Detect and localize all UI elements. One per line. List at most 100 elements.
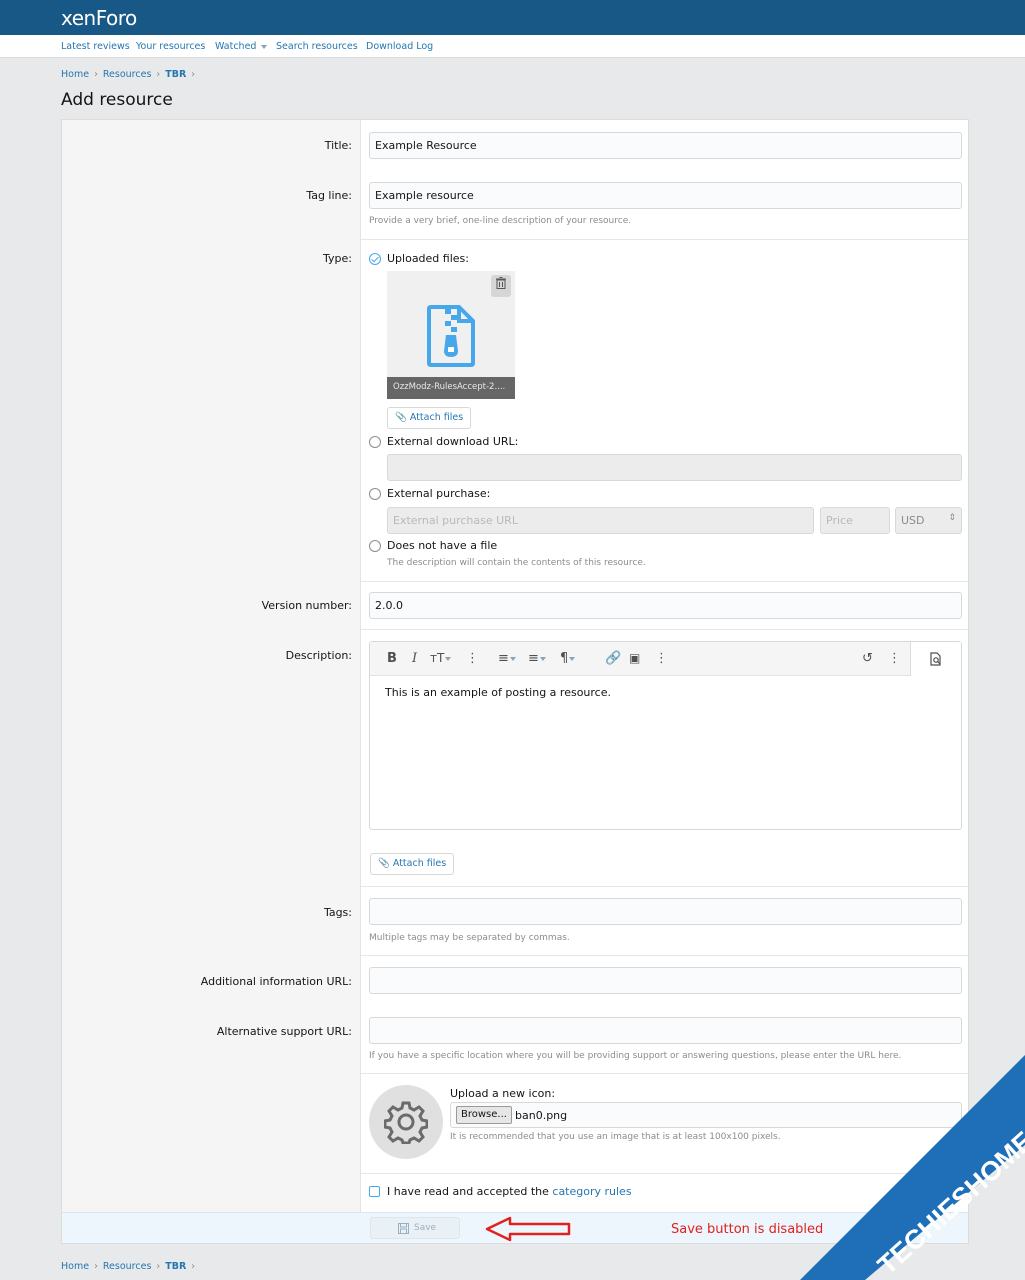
additional-url-input[interactable] (369, 967, 962, 994)
divider (361, 581, 968, 582)
selected-file-name: ban0.png (515, 1109, 568, 1122)
more-text-options-icon[interactable]: ⋮ (466, 651, 479, 666)
link-icon[interactable]: 🔗 (605, 651, 621, 666)
watermark: TECHIESHOME.COM (770, 1040, 1025, 1280)
chevron-down-icon (509, 656, 516, 661)
chevron-right-icon: › (156, 69, 161, 80)
additional-url-label: Additional information URL: (200, 975, 352, 988)
breadcrumb-resources[interactable]: Resources (103, 69, 152, 80)
icon-hint: It is recommended that you use an image … (450, 1132, 781, 1142)
breadcrumb-resources[interactable]: Resources (103, 1261, 152, 1272)
sub-navigation: Latest reviews Your resources Watched Se… (0, 35, 1025, 58)
external-download-url-input[interactable] (387, 454, 962, 481)
external-purchase-url-input[interactable]: External purchase URL (387, 507, 814, 534)
rich-text-editor[interactable]: B I тT ⋮ ≡ ≡ ¶ 🔗 ▣ ⋮ ↺ ⋮ This is an exam… (369, 641, 962, 830)
tagline-input[interactable]: Example resource (369, 182, 962, 209)
version-label: Version number: (261, 599, 352, 612)
subnav-latest-reviews[interactable]: Latest reviews (61, 41, 130, 52)
subnav-your-resources[interactable]: Your resources (136, 41, 205, 52)
chevron-right-icon: › (94, 1261, 98, 1272)
save-icon (398, 1223, 409, 1234)
paragraph-icon[interactable]: ¶ (560, 651, 576, 666)
subnav-watched[interactable]: Watched (215, 41, 268, 52)
category-rules-link[interactable]: category rules (552, 1185, 631, 1198)
radio-external-download[interactable] (369, 436, 381, 448)
divider (361, 886, 968, 887)
breadcrumb-home[interactable]: Home (61, 69, 89, 80)
app-header: xenForo (0, 0, 1025, 35)
tags-hint: Multiple tags may be separated by commas… (369, 933, 570, 943)
select-arrows-icon: ⇕ (948, 513, 956, 523)
description-attach-files-button[interactable]: 📎 Attach files (370, 853, 455, 875)
image-icon[interactable]: ▣ (629, 651, 640, 665)
zip-file-icon (427, 305, 475, 367)
chevron-right-icon: › (156, 1261, 161, 1272)
subnav-watched-label: Watched (215, 41, 257, 52)
uploaded-files-label: Uploaded files: (387, 252, 469, 265)
no-file-label: Does not have a file (387, 539, 498, 552)
xenforo-logo[interactable]: xenForo (61, 6, 137, 30)
save-button[interactable]: Save (370, 1217, 460, 1239)
accept-rules-label: I have read and accepted the category ru… (387, 1185, 632, 1198)
paperclip-icon: 📎 (395, 412, 407, 423)
align-icon[interactable]: ≡ (528, 651, 546, 666)
type-label: Type: (323, 252, 352, 265)
description-text[interactable]: This is an example of posting a resource… (385, 686, 611, 699)
no-file-hint: The description will contain the content… (387, 558, 646, 568)
attach-files-label: Attach files (392, 858, 447, 869)
uploaded-file-thumbnail[interactable]: OzzModz-RulesAccept-2.... (387, 271, 515, 399)
radio-external-purchase[interactable] (369, 488, 381, 500)
attach-files-button[interactable]: 📎 Attach files (387, 407, 472, 429)
undo-icon[interactable]: ↺ (862, 651, 873, 666)
list-icon[interactable]: ≡ (498, 651, 516, 666)
currency-value: USD (901, 514, 925, 527)
annotation-arrow-icon (485, 1216, 571, 1242)
paperclip-icon: 📎 (378, 858, 390, 869)
chevron-down-icon (569, 656, 576, 661)
gear-icon (384, 1101, 428, 1144)
save-label: Save (414, 1223, 437, 1233)
resource-icon-preview (369, 1085, 443, 1159)
chevron-right-icon: › (94, 69, 98, 80)
tagline-hint: Provide a very brief, one-line descripti… (369, 216, 632, 226)
chevron-right-icon: › (191, 1261, 196, 1272)
tags-input[interactable] (369, 898, 962, 925)
breadcrumb: Home › Resources › TBR › (61, 69, 200, 80)
trash-icon (496, 277, 506, 289)
text-size-icon[interactable]: тT (430, 651, 452, 665)
external-purchase-label: External purchase: (387, 487, 491, 500)
description-label: Description: (285, 649, 352, 662)
currency-select[interactable]: USD ⇕ (895, 507, 962, 534)
divider (361, 239, 968, 240)
tags-label: Tags: (323, 906, 352, 919)
external-download-label: External download URL: (387, 435, 519, 448)
delete-file-button[interactable] (491, 275, 511, 297)
bold-icon[interactable]: B (387, 651, 397, 666)
italic-icon[interactable]: I (412, 651, 417, 666)
more-options-icon[interactable]: ⋮ (888, 651, 901, 666)
divider (361, 955, 968, 956)
breadcrumb-home[interactable]: Home (61, 1261, 89, 1272)
preview-button[interactable] (911, 642, 961, 676)
price-input[interactable]: Price (820, 507, 890, 534)
radio-no-file[interactable] (369, 540, 381, 552)
radio-uploaded-files[interactable] (369, 253, 381, 265)
subnav-search-resources[interactable]: Search resources (276, 41, 358, 52)
chevron-right-icon: › (191, 69, 196, 80)
divider (361, 629, 968, 630)
attach-files-label: Attach files (409, 412, 464, 423)
breadcrumb-category[interactable]: TBR (165, 69, 186, 80)
version-input[interactable]: 2.0.0 (369, 592, 962, 619)
accept-rules-checkbox[interactable] (369, 1186, 380, 1197)
accept-rules-text: I have read and accepted the (387, 1185, 549, 1198)
watermark-banner: TECHIESHOME.COM (800, 1055, 1025, 1280)
chevron-down-icon (445, 656, 452, 661)
subnav-download-log[interactable]: Download Log (366, 41, 433, 52)
breadcrumb-category[interactable]: TBR (165, 1261, 186, 1272)
browse-button[interactable]: Browse... (456, 1106, 512, 1124)
more-insert-options-icon[interactable]: ⋮ (655, 651, 668, 666)
editor-toolbar: B I тT ⋮ ≡ ≡ ¶ 🔗 ▣ ⋮ ↺ ⋮ (370, 642, 961, 676)
title-input[interactable]: Example Resource (369, 132, 962, 159)
chevron-down-icon (539, 656, 546, 661)
support-url-label: Alternative support URL: (216, 1025, 352, 1038)
